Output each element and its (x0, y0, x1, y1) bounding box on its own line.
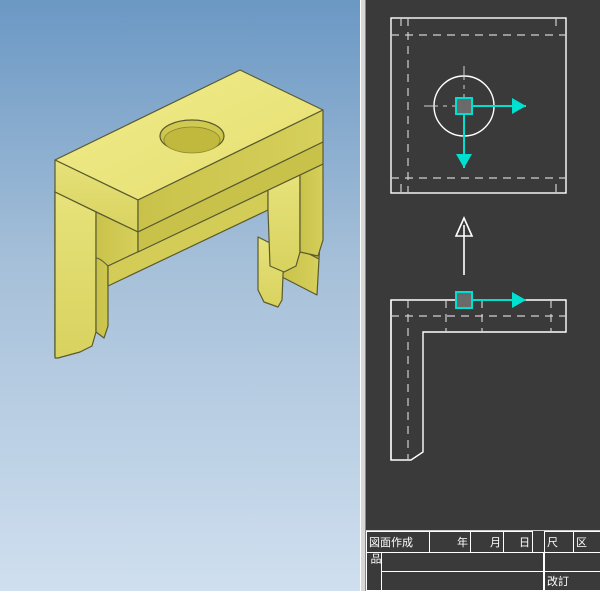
projection-arrow-up (456, 218, 472, 275)
tb-cell-drawing: 図面作成 (366, 531, 430, 553)
tb-cell-blank-3 (544, 552, 600, 572)
viewport-2d[interactable]: 図面作成 年 月 日 尺 区 品 改訂 (366, 0, 600, 591)
tb-cell-part: 品 (366, 552, 382, 591)
tb-cell-blank-1 (381, 552, 544, 572)
viewport-3d[interactable] (0, 0, 360, 591)
tb-cell-month: 月 (470, 531, 504, 553)
csys-top[interactable] (456, 98, 526, 168)
cad-dual-viewport: 図面作成 年 月 日 尺 区 品 改訂 (0, 0, 600, 591)
tb-cell-day: 日 (503, 531, 533, 553)
tb-cell-rev: 改訂 (544, 571, 600, 591)
left-wall-front (55, 192, 96, 358)
model-3d-canvas[interactable] (0, 0, 360, 591)
drawing-title-block: 図面作成 年 月 日 尺 区 品 改訂 (366, 531, 600, 591)
tb-cell-scale: 尺 (544, 531, 574, 553)
right-leg-side-face (300, 164, 323, 256)
tb-cell-blank-2 (381, 571, 544, 591)
tb-cell-year: 年 (429, 531, 471, 553)
right-leg-front-face (268, 175, 300, 272)
csys-front[interactable] (456, 292, 526, 308)
bracket-model[interactable] (55, 70, 323, 358)
front-view (391, 300, 566, 460)
drawing-canvas[interactable] (366, 0, 600, 591)
top-hole-inner (164, 127, 220, 153)
tb-cell-extra: 区 (573, 531, 600, 553)
